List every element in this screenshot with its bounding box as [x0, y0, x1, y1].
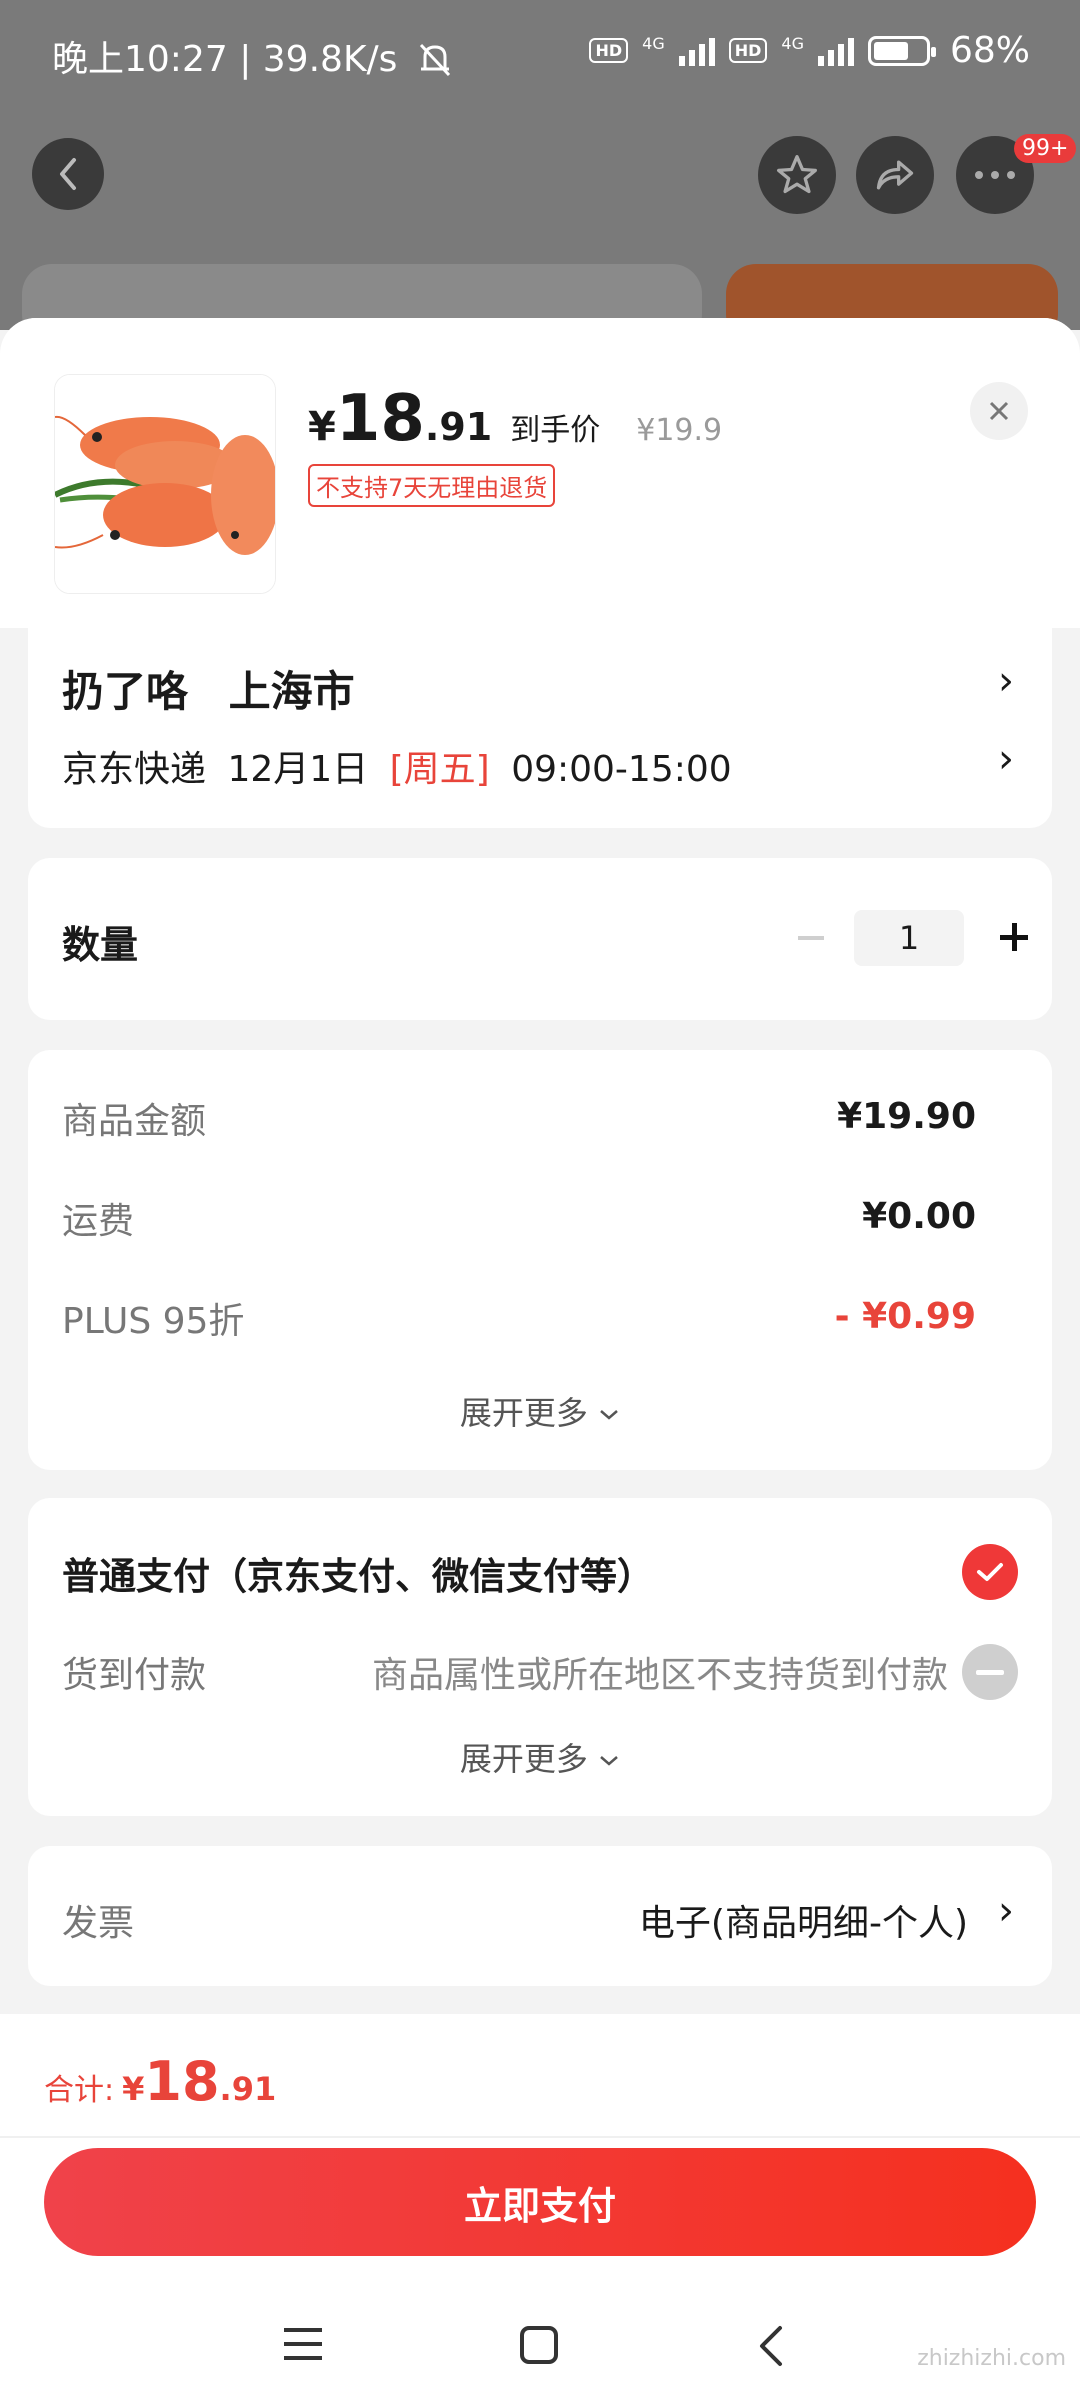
fees-expand-label: 展开更多 — [459, 1394, 588, 1432]
price-decimal: .91 — [424, 405, 493, 449]
delivery-line[interactable]: 京东快递 12月1日 [周五] 09:00-15:00 — [62, 740, 732, 792]
invoice-label: 发票 — [62, 1903, 135, 1944]
back-button[interactable] — [32, 138, 104, 210]
recipient-name: 扔了咯 — [62, 667, 189, 716]
more-dots-icon — [975, 171, 1015, 179]
status-time: 晚上10:27 — [52, 39, 228, 80]
product-header: ¥ 18 .91 到手价 ¥19.9 不支持7天无理由退货 — [0, 318, 1080, 628]
total-integer: 18 — [144, 2050, 220, 2113]
total-label: 合计: — [44, 2073, 115, 2108]
hd-icon-2: HD — [728, 38, 768, 63]
favorite-button[interactable] — [758, 136, 836, 214]
close-button[interactable] — [970, 382, 1028, 440]
fee-label-shipping: 运费 — [62, 1201, 135, 1242]
battery-icon — [867, 35, 936, 66]
battery-level: 68% — [949, 30, 1030, 71]
fee-label-goods: 商品金额 — [62, 1101, 207, 1142]
mute-icon — [419, 43, 450, 77]
fees-expand-button[interactable]: 展开更多 — [28, 1388, 1052, 1434]
share-button[interactable] — [856, 136, 934, 214]
shrimp-image — [55, 375, 275, 593]
network-speed: 39.8K/s — [262, 39, 398, 80]
check-icon — [977, 1563, 1003, 1581]
payment-cod-label: 货到付款 — [62, 1655, 207, 1696]
status-right: HD 4G HD 4G 68% — [589, 30, 1030, 71]
payment-expand-label: 展开更多 — [459, 1740, 588, 1778]
payment-normal-radio[interactable] — [962, 1544, 1018, 1600]
home-icon[interactable] — [518, 2324, 560, 2366]
back-nav-icon[interactable] — [756, 2324, 786, 2368]
network-type: 4G — [642, 34, 665, 53]
fee-value-discount: - ¥0.99 — [834, 1296, 976, 1337]
quantity-plus-button[interactable] — [1000, 918, 1040, 958]
price-row: ¥ 18 .91 到手价 ¥19.9 — [308, 382, 722, 456]
chevron-left-icon — [60, 158, 76, 190]
payment-expand-button[interactable]: 展开更多 — [28, 1734, 1052, 1780]
hd-icon: HD — [589, 38, 629, 63]
checkout-bar: 合计: ¥ 18 .91 立即支付 — [0, 2014, 1080, 2400]
return-policy-tag: 不支持7天无理由退货 — [308, 464, 556, 507]
total-decimal: .91 — [219, 2070, 277, 2108]
recipient-city: 上海市 — [228, 667, 355, 716]
background-page-overlay: 晚上10:27 | 39.8K/s HD 4G HD 4G 68% 99+ — [0, 0, 1080, 344]
price-currency: ¥ — [308, 404, 336, 450]
fee-label-discount: PLUS 95折 — [62, 1301, 245, 1342]
quantity-minus-button[interactable] — [798, 936, 824, 940]
payment-cod-disabled-icon — [962, 1644, 1018, 1700]
share-icon — [876, 160, 914, 190]
star-icon — [777, 155, 817, 194]
watermark: zhizhizhi.com — [917, 2346, 1066, 2371]
status-bar: 晚上10:27 | 39.8K/s HD 4G HD 4G 68% — [0, 0, 1080, 100]
chevron-down-icon — [600, 1410, 618, 1420]
divider — [0, 2136, 1080, 2138]
address-chevron-icon: › — [998, 658, 1014, 704]
delivery-date: 12月1日 — [227, 749, 369, 790]
menu-icon[interactable] — [280, 2324, 326, 2364]
quantity-card: 数量 1 — [28, 858, 1052, 1020]
invoice-chevron-icon: › — [998, 1888, 1014, 1934]
original-price: ¥19.9 — [636, 413, 723, 448]
payment-cod-note: 商品属性或所在地区不支持货到付款 — [371, 1655, 948, 1696]
quantity-input[interactable]: 1 — [854, 910, 964, 966]
signal-icon-2 — [817, 36, 854, 66]
fee-value-goods: ¥19.90 — [837, 1096, 976, 1137]
fee-summary-card: 商品金额 ¥19.90 运费 ¥0.00 PLUS 95折 - ¥0.99 展开… — [28, 1050, 1052, 1470]
fee-value-shipping: ¥0.00 — [862, 1196, 976, 1237]
delivery-weekday: [周五] — [389, 749, 490, 790]
payment-card: 普通支付（京东支付、微信支付等） 货到付款 商品属性或所在地区不支持货到付款 展… — [28, 1498, 1052, 1816]
price-note: 到手价 — [510, 413, 601, 448]
network-type-2: 4G — [781, 34, 804, 53]
delivery-carrier: 京东快递 — [62, 749, 207, 790]
address-card[interactable]: 扔了咯 上海市 › 京东快递 12月1日 [周五] 09:00-15:00 › — [28, 628, 1052, 828]
quantity-label: 数量 — [62, 923, 139, 967]
status-left: 晚上10:27 | 39.8K/s — [52, 30, 455, 82]
payment-normal-label[interactable]: 普通支付（京东支付、微信支付等） — [62, 1546, 654, 1600]
delivery-time: 09:00-15:00 — [511, 749, 732, 790]
delivery-chevron-icon: › — [998, 736, 1014, 782]
invoice-value: 电子(商品明细-个人) — [638, 1903, 968, 1944]
total-amount: 合计: ¥ 18 .91 — [44, 2050, 276, 2113]
total-currency: ¥ — [122, 2070, 145, 2108]
price-integer: 18 — [335, 382, 425, 456]
signal-icon — [678, 36, 715, 66]
address-line: 扔了咯 上海市 — [62, 658, 355, 719]
pay-now-button[interactable]: 立即支付 — [44, 2148, 1036, 2256]
more-badge: 99+ — [1014, 134, 1077, 163]
invoice-card[interactable]: 发票 电子(商品明细-个人) › — [28, 1846, 1052, 1986]
chevron-down-icon — [600, 1756, 618, 1766]
product-image — [54, 374, 276, 594]
close-icon — [989, 401, 1009, 421]
